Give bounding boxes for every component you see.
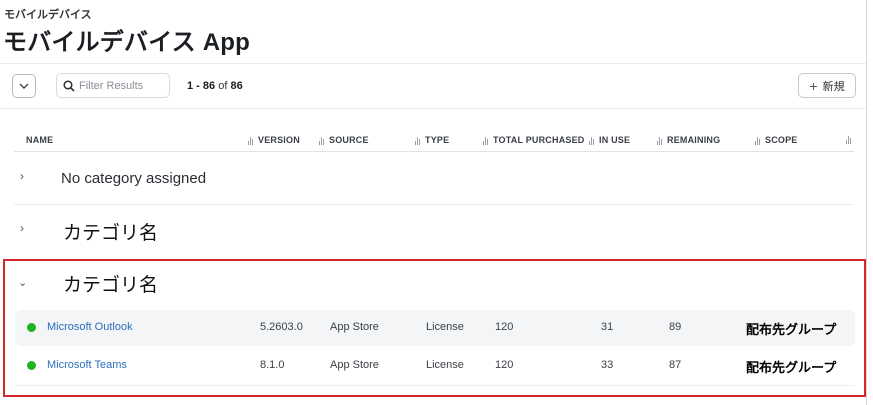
search-icon xyxy=(63,79,75,92)
category-row-unassigned[interactable]: › No category assigned xyxy=(0,152,866,204)
plus-icon: + xyxy=(809,77,818,94)
column-header-source[interactable]: SOURCE xyxy=(319,135,369,145)
new-button-label: 新規 xyxy=(822,80,845,93)
sort-icon xyxy=(846,135,852,144)
new-button[interactable]: + 新規 xyxy=(798,73,856,98)
sort-icon xyxy=(415,136,421,145)
pagination-of: of xyxy=(218,80,228,92)
column-header-label: TOTAL PURCHASED xyxy=(493,135,585,145)
category-label: No category assigned xyxy=(61,170,207,187)
column-header-scope[interactable]: SCOPE xyxy=(755,135,798,145)
sort-icon xyxy=(248,136,254,145)
sort-icon xyxy=(755,136,761,145)
right-edge-divider xyxy=(866,0,867,405)
category-row-2[interactable]: › カテゴリ名 xyxy=(0,205,866,255)
column-header-type[interactable]: TYPE xyxy=(415,135,449,145)
chevron-down-icon xyxy=(19,83,29,89)
column-header-name[interactable]: NAME xyxy=(26,135,53,145)
sort-icon xyxy=(589,136,595,145)
chevron-right-icon[interactable]: › xyxy=(20,221,24,235)
column-header-in-use[interactable]: IN USE xyxy=(589,135,630,145)
pagination-summary: 1 - 86 of 86 xyxy=(187,80,243,92)
toolbar-divider xyxy=(0,108,866,109)
column-header-label: SCOPE xyxy=(765,135,798,145)
column-header-label: SOURCE xyxy=(329,135,369,145)
column-header-label: VERSION xyxy=(258,135,300,145)
search-field[interactable] xyxy=(56,73,170,98)
page-title: モバイルデバイス App xyxy=(3,29,250,56)
column-header-label: TYPE xyxy=(425,135,450,145)
sort-icon xyxy=(319,136,325,145)
chevron-right-icon[interactable]: › xyxy=(20,169,24,183)
column-header-remaining[interactable]: REMAINING xyxy=(657,135,720,145)
column-header-total-purchased[interactable]: TOTAL PURCHASED xyxy=(483,135,585,145)
column-header-label: REMAINING xyxy=(667,135,721,145)
breadcrumb: モバイルデバイス xyxy=(4,9,92,21)
search-input[interactable] xyxy=(79,79,167,92)
sort-icon xyxy=(483,136,489,145)
collapse-all-button[interactable] xyxy=(12,74,36,98)
pagination-range: 1 - 86 xyxy=(187,80,216,92)
column-header-label: NAME xyxy=(26,135,54,145)
header-divider xyxy=(0,63,866,64)
category-label: カテゴリ名 xyxy=(63,222,159,244)
column-header-label: IN USE xyxy=(599,135,631,145)
column-settings-button[interactable] xyxy=(846,135,852,144)
sort-icon xyxy=(657,136,663,145)
highlight-box xyxy=(3,259,866,397)
column-header-version[interactable]: VERSION xyxy=(248,135,300,145)
pagination-total: 86 xyxy=(230,80,243,92)
